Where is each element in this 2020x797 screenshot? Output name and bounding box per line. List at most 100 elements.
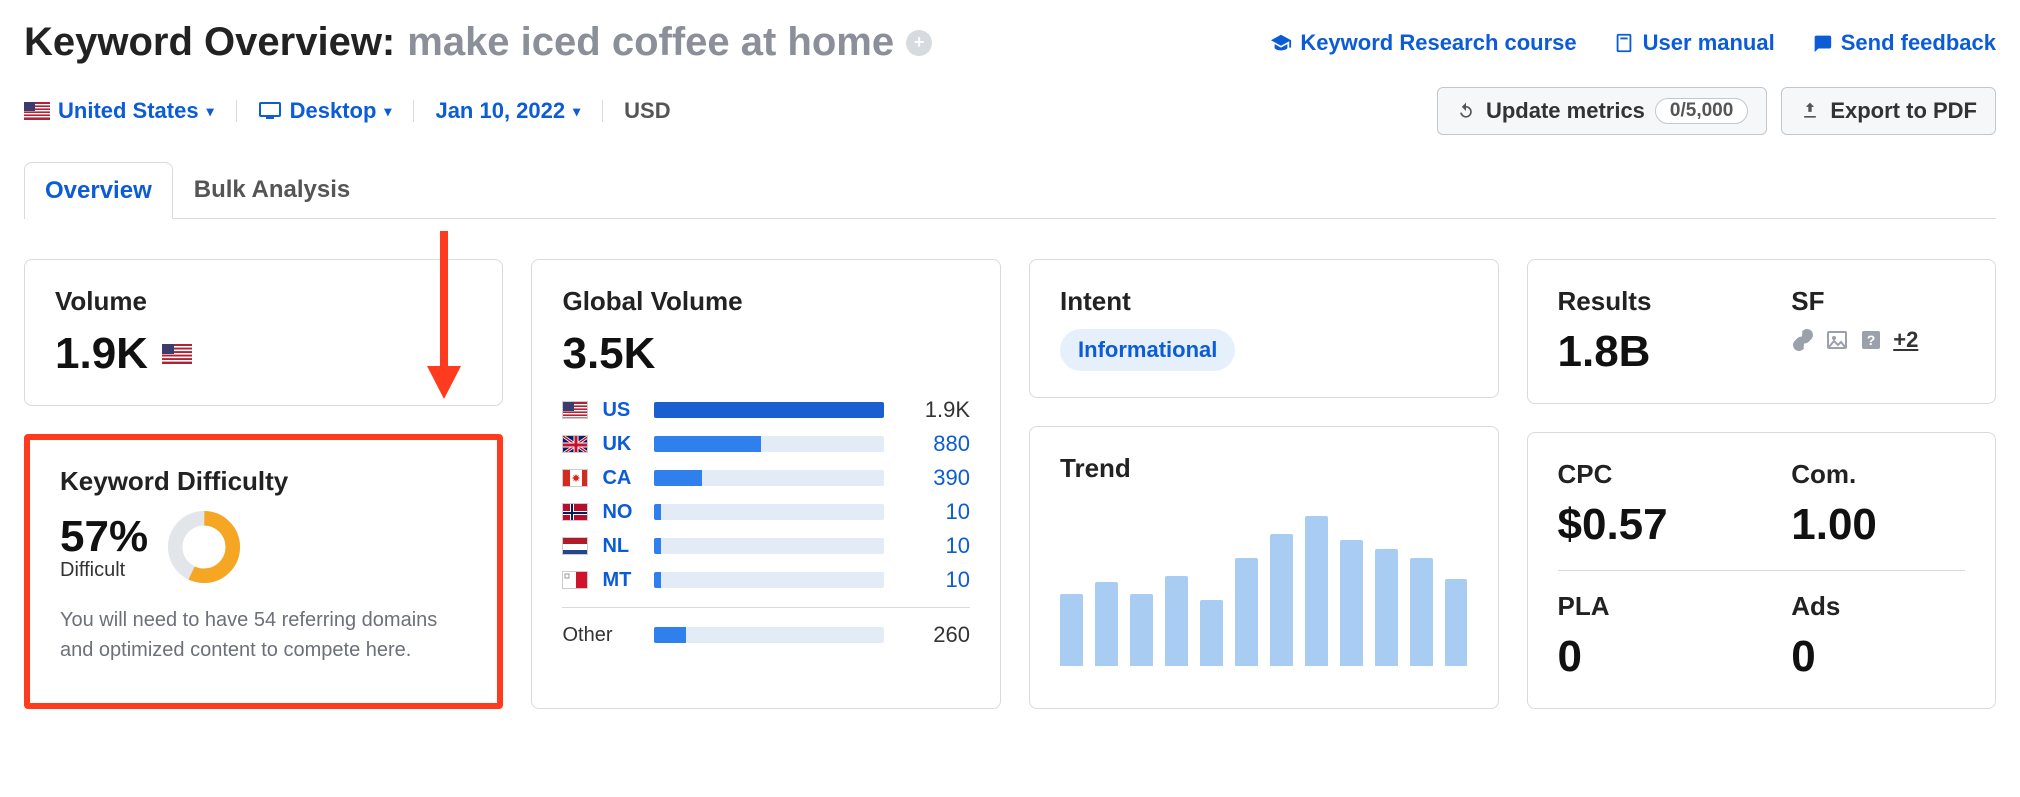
intent-label: Intent: [1060, 286, 1467, 317]
gv-row[interactable]: US1.9K: [562, 397, 970, 423]
trend-bar: [1340, 540, 1363, 666]
gv-value[interactable]: 880: [898, 431, 970, 457]
gv-country-code: MT: [602, 569, 640, 592]
device-filter-label: Desktop: [290, 98, 377, 124]
chevron-down-icon: ▾: [207, 103, 214, 120]
keyword-difficulty-card: Keyword Difficulty 57% Difficult You wil…: [24, 434, 503, 709]
gv-row[interactable]: NL 10: [562, 533, 970, 559]
intent-value-pill[interactable]: Informational: [1060, 329, 1235, 371]
gv-value[interactable]: 10: [898, 567, 970, 593]
trend-card: Trend: [1029, 426, 1498, 709]
user-manual-link[interactable]: User manual: [1613, 30, 1775, 56]
chevron-down-icon: ▾: [573, 103, 580, 120]
update-metrics-button[interactable]: Update metrics 0/5,000: [1437, 87, 1767, 135]
divider: [562, 607, 970, 608]
gv-row[interactable]: NO 10: [562, 499, 970, 525]
send-feedback-link[interactable]: Send feedback: [1811, 30, 1996, 56]
kd-label: Keyword Difficulty: [60, 466, 467, 497]
gv-other-value: 260: [898, 622, 970, 648]
trend-bar: [1375, 549, 1398, 666]
page-title-label: Keyword Overview:: [24, 20, 395, 65]
flag-us-icon: [162, 344, 192, 364]
cpc-card: CPC $0.57 Com. 1.00 PLA 0 Ads 0: [1527, 432, 1996, 709]
gv-row[interactable]: UK 880: [562, 431, 970, 457]
date-filter-label: Jan 10, 2022: [435, 98, 565, 124]
flag-ca-icon: [562, 469, 588, 487]
trend-bar-chart: [1060, 496, 1467, 666]
trend-bar: [1235, 558, 1258, 666]
kd-donut-chart: [166, 509, 242, 585]
volume-card: Volume 1.9K: [24, 259, 503, 406]
export-pdf-label: Export to PDF: [1830, 98, 1977, 124]
gv-country-code: UK: [602, 433, 640, 456]
update-metrics-label: Update metrics: [1486, 98, 1645, 124]
trend-label: Trend: [1060, 453, 1467, 484]
header-link-label: Keyword Research course: [1300, 30, 1576, 56]
global-volume-value: 3.5K: [562, 329, 655, 379]
trend-bar: [1095, 582, 1118, 666]
intent-card: Intent Informational: [1029, 259, 1498, 398]
link-icon: [1791, 328, 1815, 352]
pla-value: 0: [1558, 632, 1582, 682]
header-link-label: Send feedback: [1841, 30, 1996, 56]
cpc-value: $0.57: [1558, 500, 1668, 550]
gv-country-code: CA: [602, 467, 640, 490]
results-label: Results: [1558, 286, 1732, 317]
gv-row[interactable]: MT 10: [562, 567, 970, 593]
tab-bulk-analysis[interactable]: Bulk Analysis: [173, 161, 372, 218]
pla-label: PLA: [1558, 591, 1732, 622]
export-pdf-button[interactable]: Export to PDF: [1781, 87, 1996, 135]
trend-bar: [1410, 558, 1433, 666]
ads-label: Ads: [1791, 591, 1965, 622]
flag-us-icon: [24, 102, 50, 120]
book-icon: [1613, 32, 1635, 54]
gv-other-label: Other: [562, 624, 640, 647]
desktop-icon: [258, 101, 282, 121]
sf-label: SF: [1791, 286, 1965, 317]
global-volume-card: Global Volume 3.5K US1.9KUK880CA390NO10N…: [531, 259, 1001, 709]
image-icon: [1825, 328, 1849, 352]
gv-country-code: NL: [602, 535, 640, 558]
ads-value: 0: [1791, 632, 1815, 682]
export-icon: [1800, 101, 1820, 121]
flag-uk-icon: [562, 435, 588, 453]
trend-bar: [1060, 594, 1083, 666]
kd-description: You will need to have 54 referring domai…: [60, 605, 467, 665]
flag-nl-icon: [562, 537, 588, 555]
trend-bar: [1305, 516, 1328, 666]
gv-value: 1.9K: [898, 397, 970, 423]
chevron-down-icon: ▾: [384, 103, 391, 120]
kd-value: 57%: [60, 512, 148, 562]
graduation-cap-icon: [1270, 32, 1292, 54]
speech-bubble-icon: [1811, 32, 1833, 54]
gv-value[interactable]: 10: [898, 499, 970, 525]
tab-overview[interactable]: Overview: [24, 162, 173, 219]
country-filter-label: United States: [58, 98, 199, 124]
com-label: Com.: [1791, 459, 1965, 490]
flag-no-icon: [562, 503, 588, 521]
add-keyword-icon[interactable]: +: [906, 30, 932, 56]
global-volume-label: Global Volume: [562, 286, 970, 317]
flag-mt-icon: [562, 571, 588, 589]
trend-bar: [1200, 600, 1223, 666]
keyword-research-course-link[interactable]: Keyword Research course: [1270, 30, 1576, 56]
volume-label: Volume: [55, 286, 472, 317]
date-filter[interactable]: Jan 10, 2022 ▾: [413, 98, 602, 124]
results-sf-card: Results 1.8B SF ? +2: [1527, 259, 1996, 404]
refresh-icon: [1456, 101, 1476, 121]
gv-value[interactable]: 10: [898, 533, 970, 559]
divider: [1558, 570, 1965, 571]
gv-row[interactable]: CA 390: [562, 465, 970, 491]
sf-more-link[interactable]: +2: [1893, 327, 1918, 353]
com-value: 1.00: [1791, 500, 1877, 550]
device-filter[interactable]: Desktop ▾: [236, 98, 414, 124]
results-value: 1.8B: [1558, 327, 1651, 377]
page-title-keyword: make iced coffee at home: [407, 20, 894, 65]
flag-us-icon: [562, 401, 588, 419]
svg-text:?: ?: [1867, 332, 1876, 348]
gv-country-code: NO: [602, 501, 640, 524]
trend-bar: [1130, 594, 1153, 666]
country-filter[interactable]: United States ▾: [24, 98, 236, 124]
cpc-label: CPC: [1558, 459, 1732, 490]
gv-value[interactable]: 390: [898, 465, 970, 491]
